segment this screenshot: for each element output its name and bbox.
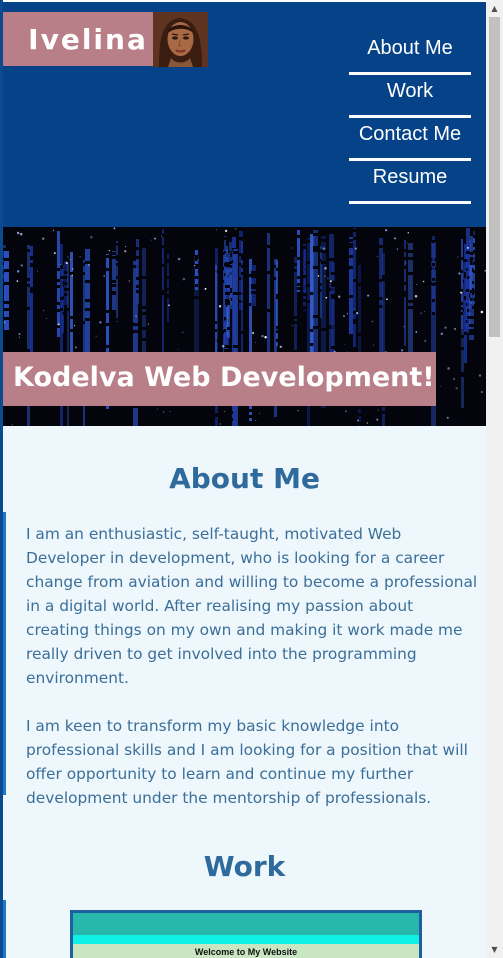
hero-title-box: Kodelva Web Development! <box>3 352 436 406</box>
hero-banner: Kodelva Web Development! <box>3 227 486 426</box>
preview-band-mid <box>73 935 419 944</box>
about-accent-bar <box>3 512 6 795</box>
preview-band-top <box>73 913 419 935</box>
main-nav: About Me Work Contact Me Resume <box>349 32 471 204</box>
work-preview-caption: Welcome to My Website <box>194 947 298 957</box>
woman-portrait-icon <box>153 12 208 67</box>
brand-logo-box[interactable]: Ivelina <box>3 12 153 66</box>
browser-viewport: Ivelina About Me Work Contact Me Resume … <box>0 0 503 958</box>
work-preview-card[interactable]: Welcome to My Website <box>70 910 422 958</box>
site-header: Ivelina About Me Work Contact Me Resume <box>3 2 486 227</box>
about-paragraph-1: I am an enthusiastic, self-taught, motiv… <box>26 525 478 687</box>
about-text: I am an enthusiastic, self-taught, motiv… <box>26 522 478 810</box>
brand-name: Ivelina <box>28 22 148 56</box>
nav-item-resume[interactable]: Resume <box>349 161 471 204</box>
about-heading: About Me <box>169 462 320 495</box>
work-accent-bar <box>3 900 6 958</box>
nav-item-work[interactable]: Work <box>349 75 471 118</box>
scrollbar-thumb[interactable] <box>489 17 500 337</box>
page-content: Ivelina About Me Work Contact Me Resume … <box>3 2 486 958</box>
work-heading: Work <box>203 850 286 883</box>
hero-title: Kodelva Web Development! <box>13 362 435 393</box>
nav-item-contact-me[interactable]: Contact Me <box>349 118 471 161</box>
about-paragraph-2: I am keen to transform my basic knowledg… <box>26 717 468 807</box>
nav-item-about-me[interactable]: About Me <box>349 32 471 75</box>
vertical-scrollbar[interactable]: ▲ ▼ <box>486 0 503 958</box>
scroll-down-arrow-icon[interactable]: ▼ <box>486 941 503 958</box>
scroll-up-arrow-icon[interactable]: ▲ <box>486 0 503 17</box>
